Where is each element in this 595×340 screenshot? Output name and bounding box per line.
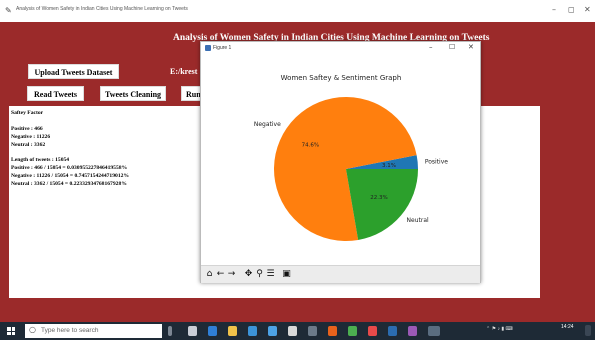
pan-icon[interactable]: ✥ [243,268,254,280]
pie-pct-label: 74.6% [302,142,319,148]
figure-window-title: Figure 1 [213,45,232,51]
active-app-icon[interactable] [428,326,440,336]
file-explorer-icon[interactable] [228,326,237,336]
upload-tweets-button[interactable]: Upload Tweets Dataset [28,64,119,79]
edge-browser-icon[interactable] [208,326,217,336]
tweets-cleaning-button[interactable]: Tweets Cleaning [100,86,166,101]
tk-feather-icon: ✎ [5,6,12,15]
task-view-icon[interactable] [188,326,197,336]
maximize-button[interactable]: ◻ [568,5,575,14]
taskbar: ○ Type here to search ⌃ ⚑ ♪ ▮ ⌨ 14:24 [0,322,595,340]
figure-minimize-button[interactable]: – [429,43,433,51]
figure-toolbar: ⌂ ← → ✥ ⚲ ☰ ▣ [201,265,480,283]
pie-chart: Women Saftey & Sentiment Graph 3.1% Posit… [254,74,448,242]
store-icon[interactable] [248,326,257,336]
pie-pct-label: 22.3% [370,195,387,201]
pie-category-label: Negative [254,121,281,128]
system-tray-icons[interactable]: ⌃ ⚑ ♪ ▮ ⌨ [486,326,513,332]
figure-close-button[interactable]: ✕ [468,43,474,51]
notepad-icon[interactable] [348,326,357,336]
home-icon[interactable]: ⌂ [204,268,215,280]
pie-category-label: Positive [425,158,448,165]
output-line: Positive : 466 [11,126,43,132]
chrome-icon[interactable] [328,326,337,336]
figure-app-icon [205,45,211,51]
taskbar-search-box[interactable]: ○ Type here to search [25,324,162,338]
output-line: Negative : 11226 [11,134,51,140]
figure-window[interactable]: Figure 1 – ☐ ✕ Women Saftey & Sentiment … [200,41,481,283]
dataset-path-label: E:/krest [170,67,198,76]
minimize-button[interactable]: – [552,5,556,14]
output-line: Negative : 11226 / 15054 = 0.74571542447… [11,173,130,179]
save-icon[interactable]: ▣ [281,268,292,280]
pie-pct-label: 3.1% [382,163,396,169]
output-line: Saftey Factor [11,110,44,116]
read-tweets-button[interactable]: Read Tweets [27,86,84,101]
search-icon: ○ [29,325,36,334]
output-line: Neutral : 3362 / 15054 = 0.2233293476816… [11,181,127,187]
clock[interactable]: 14:24 [561,324,574,330]
adobe-icon[interactable] [368,326,377,336]
zoom-icon[interactable]: ⚲ [254,268,265,280]
clock-time: 14:24 [561,324,574,330]
figure-maximize-button[interactable]: ☐ [449,43,455,51]
output-line: Neutral : 3362 [11,142,46,148]
window-title: Analysis of Women Safety in Indian Citie… [16,6,188,12]
windows-start-icon[interactable] [7,327,15,335]
mail-icon[interactable] [268,326,277,336]
python-icon[interactable] [408,326,417,336]
output-line: Positive : 466 / 15054 = 0.0309552278464… [11,165,128,171]
output-line: Length of tweets : 15054 [11,157,70,163]
configure-icon[interactable]: ☰ [265,268,276,280]
close-button[interactable]: ✕ [584,5,591,14]
notifications-icon[interactable] [585,325,591,336]
forward-icon[interactable]: → [226,268,237,280]
word-icon[interactable] [388,326,397,336]
microphone-icon[interactable] [168,326,172,336]
pie-slice-neutral [346,169,418,240]
search-placeholder: Type here to search [41,327,99,334]
explorer-app-icon[interactable] [308,326,317,336]
chart-title: Women Saftey & Sentiment Graph [281,74,402,82]
pie-category-label: Neutral [407,217,429,224]
photos-icon[interactable] [288,326,297,336]
window-titlebar: ✎ Analysis of Women Safety in Indian Cit… [0,0,595,22]
back-icon[interactable]: ← [215,268,226,280]
